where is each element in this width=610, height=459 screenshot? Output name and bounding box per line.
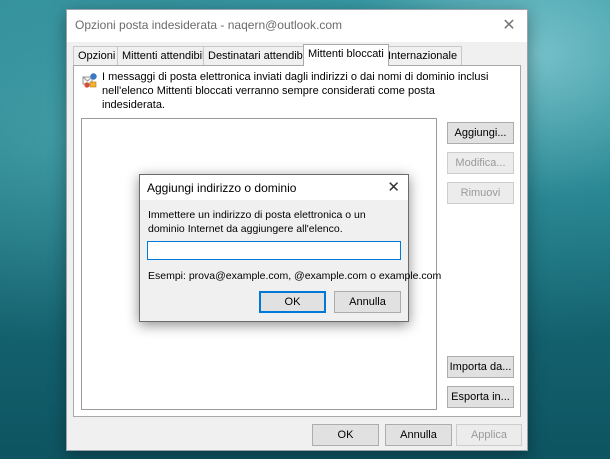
ok-button[interactable]: OK [312,424,379,446]
blocked-senders-icon [82,73,97,88]
add-button[interactable]: Aggiungi... [447,122,514,144]
dialog-example-text: Esempi: prova@example.com, @example.com … [148,270,442,282]
cancel-button[interactable]: Annulla [385,424,452,446]
tab-destinatari-attendibili[interactable]: Destinatari attendibili [203,46,316,65]
tab-mittenti-bloccati[interactable]: Mittenti bloccati [303,44,389,66]
window-title: Opzioni posta indesiderata - naqern@outl… [75,18,342,32]
add-address-dialog: Aggiungi indirizzo o dominio ✕ Immettere… [139,174,441,322]
dialog-title: Aggiungi indirizzo o dominio [147,181,297,195]
window-close-icon[interactable]: ✕ [497,14,521,38]
remove-button[interactable]: Rimuovi [447,182,514,204]
blocked-senders-description: I messaggi di posta elettronica inviati … [102,71,489,111]
address-input[interactable] [147,241,401,260]
dialog-cancel-button[interactable]: Annulla [334,291,401,313]
dialog-ok-button[interactable]: OK [259,291,326,313]
apply-button[interactable]: Applica [456,424,522,446]
dialog-close-icon[interactable]: ✕ [387,178,400,196]
export-button[interactable]: Esporta in... [447,386,514,408]
dialog-titlebar[interactable]: Aggiungi indirizzo o dominio ✕ [140,175,408,200]
edit-button[interactable]: Modifica... [447,152,514,174]
tab-mittenti-attendibili[interactable]: Mittenti attendibili [117,46,212,65]
tab-opzioni[interactable]: Opzioni [73,46,121,65]
window-titlebar[interactable]: Opzioni posta indesiderata - naqern@outl… [67,10,527,42]
tab-internazionale[interactable]: Internazionale [383,46,463,65]
dialog-prompt: Immettere un indirizzo di posta elettron… [148,209,366,235]
import-button[interactable]: Importa da... [447,356,514,378]
